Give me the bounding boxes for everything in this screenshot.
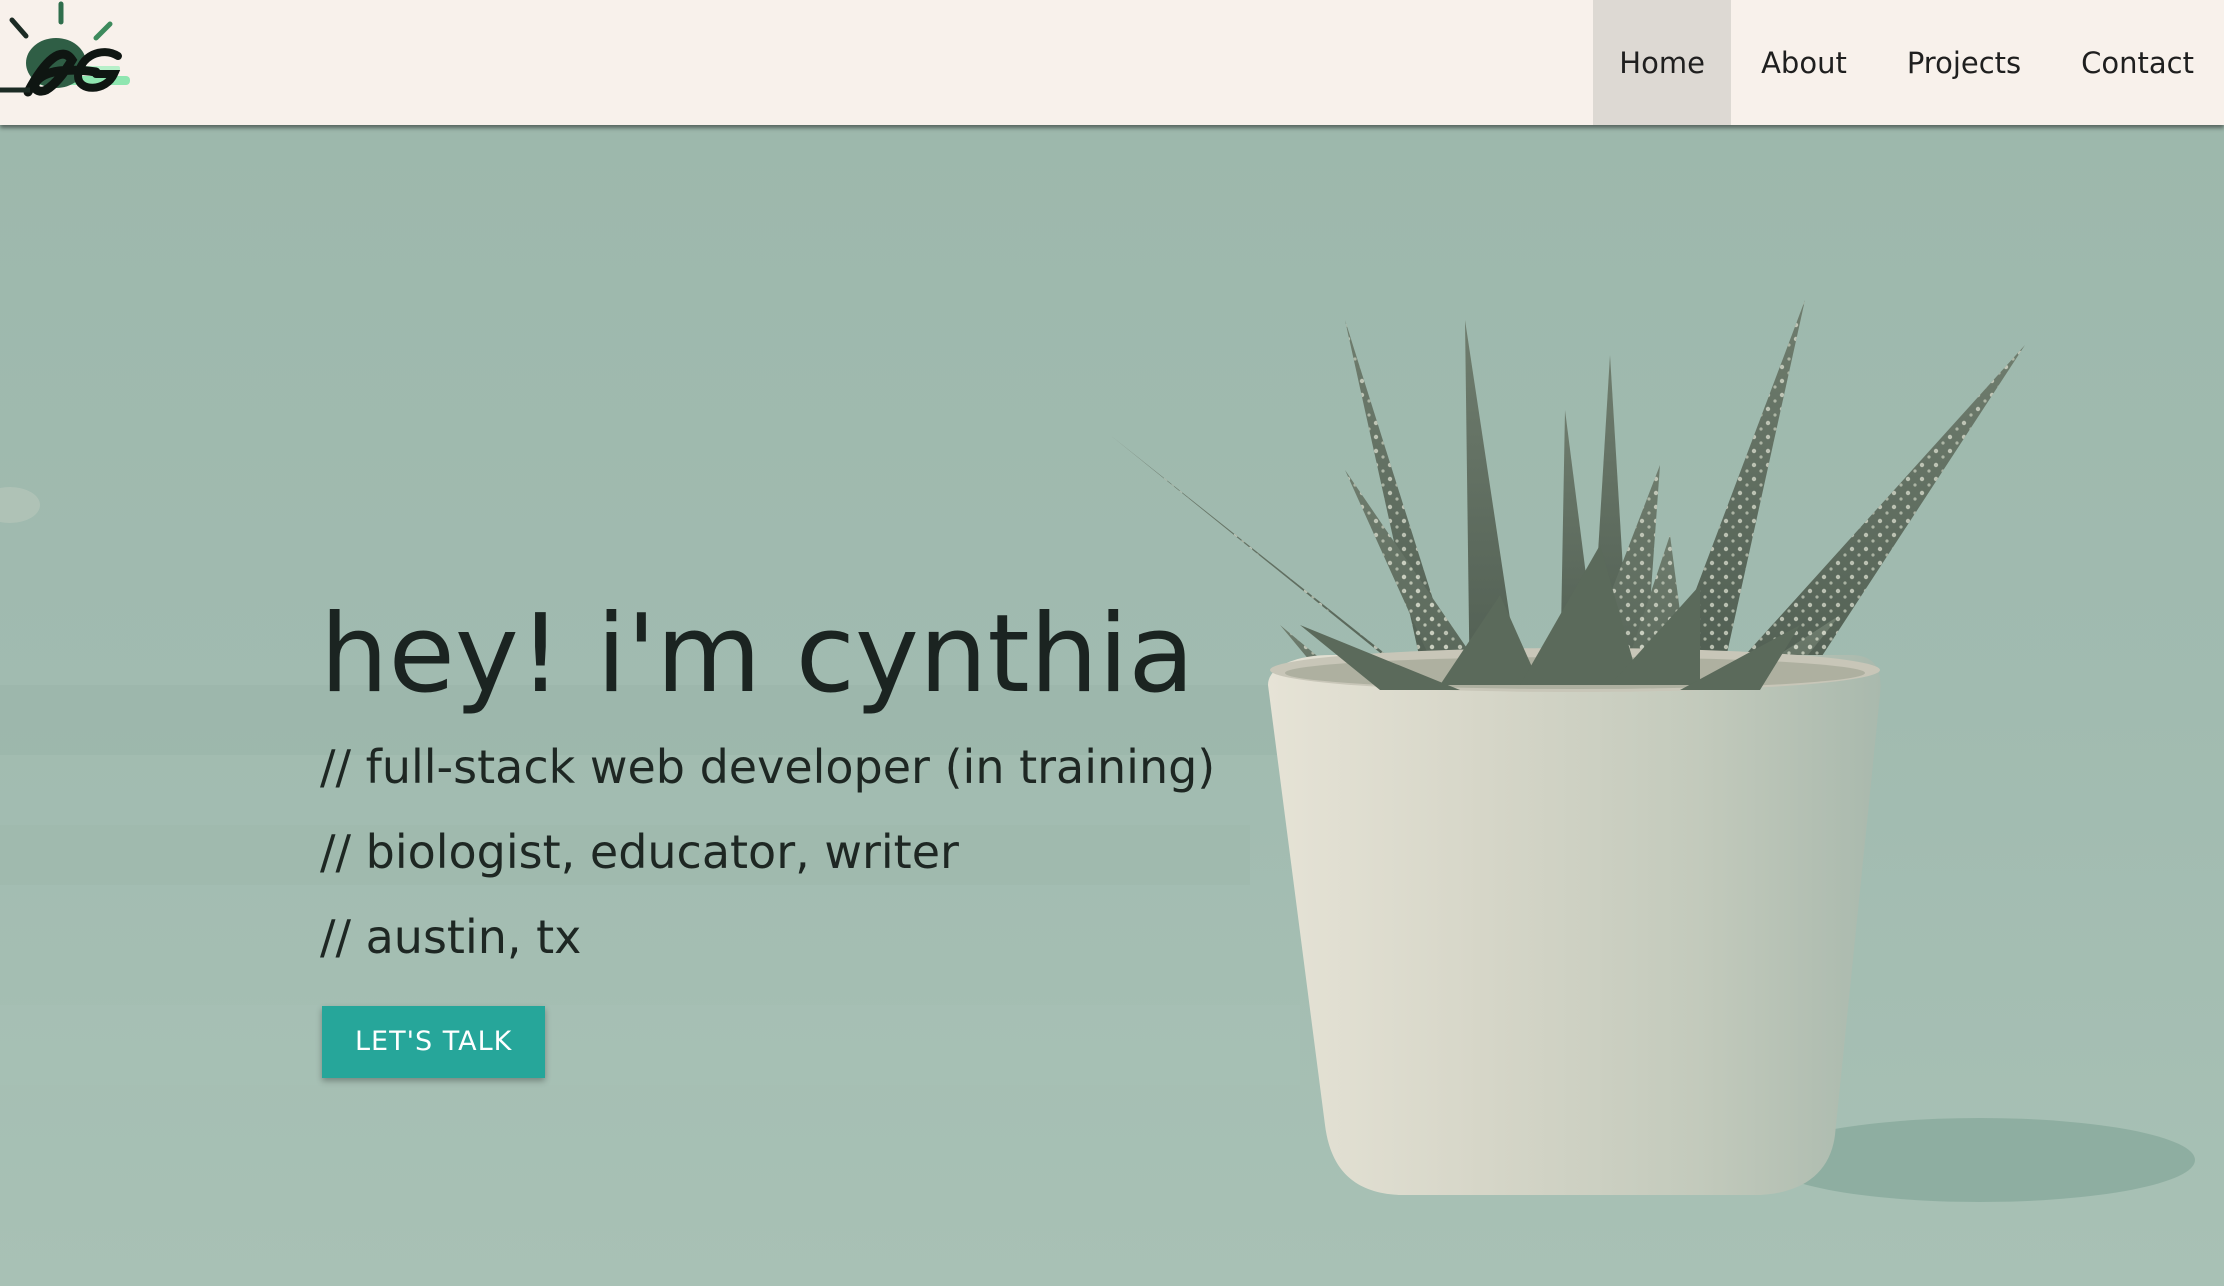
navbar: Home About Projects Contact xyxy=(0,0,2224,125)
nav-projects[interactable]: Projects xyxy=(1877,0,2051,125)
hero-title: hey! i'm cynthia xyxy=(320,592,1195,717)
nav-contact[interactable]: Contact xyxy=(2051,0,2224,125)
hero-line-role: // full-stack web developer (in training… xyxy=(320,740,1216,794)
hero-line-location: // austin, tx xyxy=(320,910,582,964)
site-logo-icon[interactable] xyxy=(0,0,140,100)
nav-links: Home About Projects Contact xyxy=(1593,0,2224,125)
hero-line-interests: // biologist, educator, writer xyxy=(320,825,959,879)
hero-text: hey! i'm cynthia // full-stack web devel… xyxy=(320,585,1215,1078)
nav-home[interactable]: Home xyxy=(1593,0,1732,125)
page: Home About Projects Contact hey! i'm cyn… xyxy=(0,0,2224,1286)
lets-talk-button[interactable]: LET'S TALK xyxy=(322,1006,546,1078)
nav-about[interactable]: About xyxy=(1731,0,1877,125)
